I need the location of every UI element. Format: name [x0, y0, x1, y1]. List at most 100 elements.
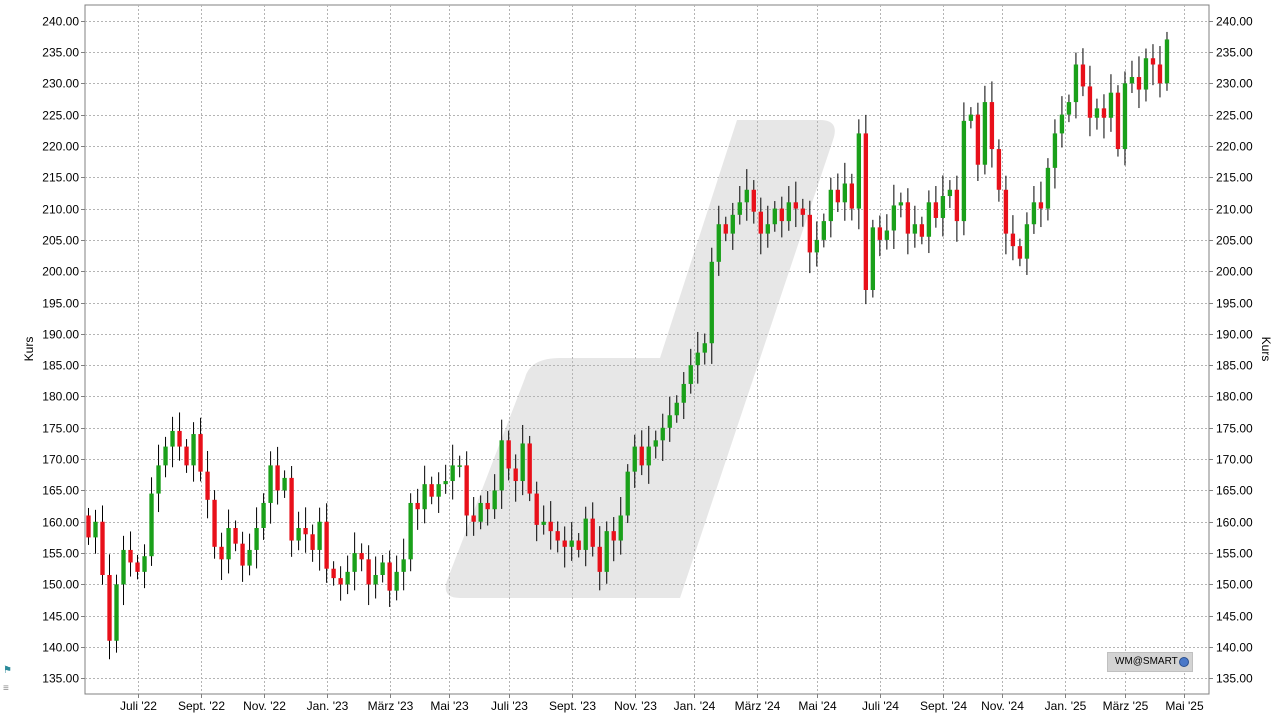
y-tick-label-left: 145.00: [42, 610, 79, 624]
candle-body: [352, 553, 357, 572]
candle-body: [912, 224, 918, 234]
x-tick-label: Jan. '25: [1045, 699, 1087, 713]
y-tick-label-left: 140.00: [42, 641, 79, 655]
candle-body: [1129, 77, 1135, 84]
x-tick-label: Nov. '22: [243, 699, 286, 713]
candle-body: [947, 189, 953, 197]
dax-logo-icon: ⚑: [3, 665, 12, 676]
candle-body: [534, 493, 539, 525]
y-tick-label-right: 210.00: [1216, 203, 1253, 217]
candle-body: [1164, 39, 1170, 84]
candle-body: [786, 202, 791, 222]
candle-body: [184, 446, 189, 466]
y-tick-label-left: 185.00: [42, 359, 79, 373]
y-tick-label-left: 170.00: [42, 453, 79, 467]
candle-body: [597, 546, 602, 572]
candle-body: [604, 531, 609, 572]
y-tick-label-left: 190.00: [42, 328, 79, 342]
y-tick-label-right: 190.00: [1216, 328, 1253, 342]
candle-body: [485, 502, 490, 510]
candle-body: [114, 584, 119, 641]
y-tick-label-left: 135.00: [42, 672, 79, 686]
candle-body: [366, 559, 371, 585]
candle-body: [156, 465, 161, 494]
y-tick-label-right: 135.00: [1216, 672, 1253, 686]
y-tick-label-left: 220.00: [42, 140, 79, 154]
y-tick-label-right: 150.00: [1216, 578, 1253, 592]
y-tick-label-right: 170.00: [1216, 453, 1253, 467]
candle-body: [793, 202, 798, 209]
candle-body: [331, 568, 336, 579]
y-tick-label-left: 195.00: [42, 297, 79, 311]
candle-body: [135, 562, 140, 572]
candle-body: [954, 189, 960, 222]
x-tick-label: März '23: [368, 699, 414, 713]
candle-body: [380, 562, 385, 575]
source-badge[interactable]: WM@SMART: [1107, 652, 1193, 672]
y-tick-label-right: 160.00: [1216, 516, 1253, 530]
candle-body: [324, 521, 329, 569]
candle-body: [492, 490, 497, 510]
candlestick-chart: 240.00 240.00 235.00 235.00 230.00 230.00 225.…: [22, 4, 1273, 713]
candle-body: [772, 208, 777, 225]
candle-body: [737, 202, 742, 215]
source-badge-label: WM@SMART: [1115, 656, 1178, 667]
y-tick-label-right: 140.00: [1216, 641, 1253, 655]
candle-body: [821, 221, 826, 240]
y-tick-label-left: 240.00: [42, 15, 79, 29]
y-tick-label-right: 230.00: [1216, 77, 1253, 91]
candle-body: [429, 484, 434, 497]
candle-body: [632, 446, 637, 472]
candle-body: [716, 224, 721, 262]
y-tick-label-left: 160.00: [42, 516, 79, 530]
y-axis-title-left: Kurs: [22, 337, 36, 362]
candle-body: [989, 102, 995, 150]
x-tick-label: Sept. '23: [549, 699, 596, 713]
x-tick-label: Mai '23: [430, 699, 469, 713]
candle-body: [779, 208, 784, 222]
candle-body: [387, 562, 392, 591]
candle-body: [814, 239, 819, 253]
candle-body: [310, 534, 315, 550]
x-tick-label: Nov. '24: [981, 699, 1024, 713]
candle-body: [142, 556, 147, 572]
candle-body: [1038, 202, 1044, 209]
y-tick-label-right: 235.00: [1216, 46, 1253, 60]
candle-body: [86, 515, 91, 538]
candle-body: [618, 515, 623, 541]
candle-body: [436, 484, 441, 497]
y-tick-label-right: 155.00: [1216, 547, 1253, 561]
candle-body: [499, 440, 504, 491]
candle-body: [674, 402, 679, 416]
y-tick-label-left: 200.00: [42, 265, 79, 279]
candle-body: [576, 540, 581, 550]
y-tick-label-left: 230.00: [42, 77, 79, 91]
candle-body: [254, 528, 259, 550]
candle-body: [933, 202, 939, 218]
x-tick-label: Juli '22: [120, 699, 157, 713]
watermark-logo: [445, 120, 835, 598]
candle-body: [1045, 167, 1051, 209]
candle-body: [961, 120, 967, 222]
candle-body: [569, 540, 574, 547]
candle-body: [667, 415, 672, 428]
candle-body: [555, 531, 560, 541]
candle-body: [1052, 133, 1058, 168]
x-tick-label: März '25: [1103, 699, 1149, 713]
y-tick-label-left: 225.00: [42, 109, 79, 123]
candle-body: [373, 574, 378, 585]
candle-body: [877, 227, 883, 240]
candle-body: [471, 515, 476, 522]
x-tick-label: Mai '25: [1165, 699, 1204, 713]
candle-body: [219, 546, 224, 560]
candle-body: [450, 465, 455, 482]
candle-body: [338, 578, 343, 585]
candle-body: [506, 440, 511, 469]
candle-body: [723, 224, 728, 234]
candle-body: [527, 443, 532, 494]
x-tick-label: Jan. '23: [307, 699, 349, 713]
candle-body: [884, 230, 890, 240]
x-tick-label: Sept. '22: [178, 699, 225, 713]
y-tick-label-right: 175.00: [1216, 422, 1253, 436]
menu-icon: ≡: [3, 683, 9, 694]
